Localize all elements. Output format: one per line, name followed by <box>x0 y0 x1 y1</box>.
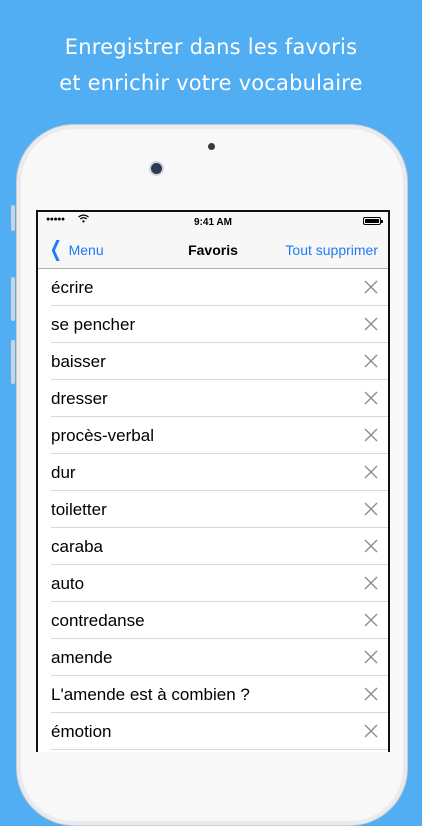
favorite-word: amende <box>51 648 113 667</box>
list-item[interactable]: procès-verbal <box>38 417 388 454</box>
favorites-list: écrire se pencher baisser dresser procès-ver… <box>38 269 388 750</box>
status-bar: ●●●●● 9:41 AM <box>38 212 388 233</box>
favorite-word: toiletter <box>51 500 107 519</box>
remove-favorite-icon[interactable] <box>360 350 382 372</box>
favorite-word: L'amende est à combien ? <box>51 685 250 704</box>
phone-screen: ●●●●● 9:41 AM ❮ Menu Favoris Tout suppri… <box>36 210 390 752</box>
list-item[interactable]: toiletter <box>38 491 388 528</box>
remove-favorite-icon[interactable] <box>360 387 382 409</box>
promo-headline-line-1: Enregistrer dans les favoris <box>64 35 358 59</box>
list-item[interactable]: écrire <box>38 269 388 306</box>
favorite-word: baisser <box>51 352 106 371</box>
list-item[interactable]: auto <box>38 565 388 602</box>
list-item[interactable]: caraba <box>38 528 388 565</box>
remove-favorite-icon[interactable] <box>360 646 382 668</box>
list-item[interactable]: baisser <box>38 343 388 380</box>
volume-down-button <box>11 340 15 384</box>
mute-switch <box>11 205 15 231</box>
list-item[interactable]: amende <box>38 639 388 676</box>
favorite-word: émotion <box>51 722 112 741</box>
favorite-word: caraba <box>51 537 103 556</box>
remove-favorite-icon[interactable] <box>360 609 382 631</box>
remove-favorite-icon[interactable] <box>360 461 382 483</box>
favorite-word: auto <box>51 574 85 593</box>
list-item[interactable]: émotion <box>38 713 388 750</box>
remove-favorite-icon[interactable] <box>360 683 382 705</box>
delete-all-button[interactable]: Tout supprimer <box>285 242 378 258</box>
remove-favorite-icon[interactable] <box>360 572 382 594</box>
status-time: 9:41 AM <box>194 217 232 228</box>
list-item[interactable]: dur <box>38 454 388 491</box>
speaker-icon <box>208 143 215 150</box>
remove-favorite-icon[interactable] <box>360 313 382 335</box>
remove-favorite-icon[interactable] <box>360 276 382 298</box>
list-item[interactable]: se pencher <box>38 306 388 343</box>
list-item[interactable]: dresser <box>38 380 388 417</box>
promo-headline-line-2: et enrichir votre vocabulaire <box>59 71 363 95</box>
favorite-word: dresser <box>51 389 108 408</box>
remove-favorite-icon[interactable] <box>360 720 382 742</box>
camera-icon <box>151 163 162 174</box>
list-item[interactable]: L'amende est à combien ? <box>38 676 388 713</box>
remove-favorite-icon[interactable] <box>360 498 382 520</box>
favorite-word: dur <box>51 463 76 482</box>
favorite-word: écrire <box>51 278 94 297</box>
remove-favorite-icon[interactable] <box>360 424 382 446</box>
favorite-word: procès-verbal <box>51 426 154 445</box>
battery-icon <box>363 217 383 225</box>
navigation-bar: ❮ Menu Favoris Tout supprimer <box>38 233 388 269</box>
remove-favorite-icon[interactable] <box>360 535 382 557</box>
volume-up-button <box>11 277 15 321</box>
favorite-word: se pencher <box>51 315 136 334</box>
favorite-word: contredanse <box>51 611 145 630</box>
list-item[interactable]: contredanse <box>38 602 388 639</box>
